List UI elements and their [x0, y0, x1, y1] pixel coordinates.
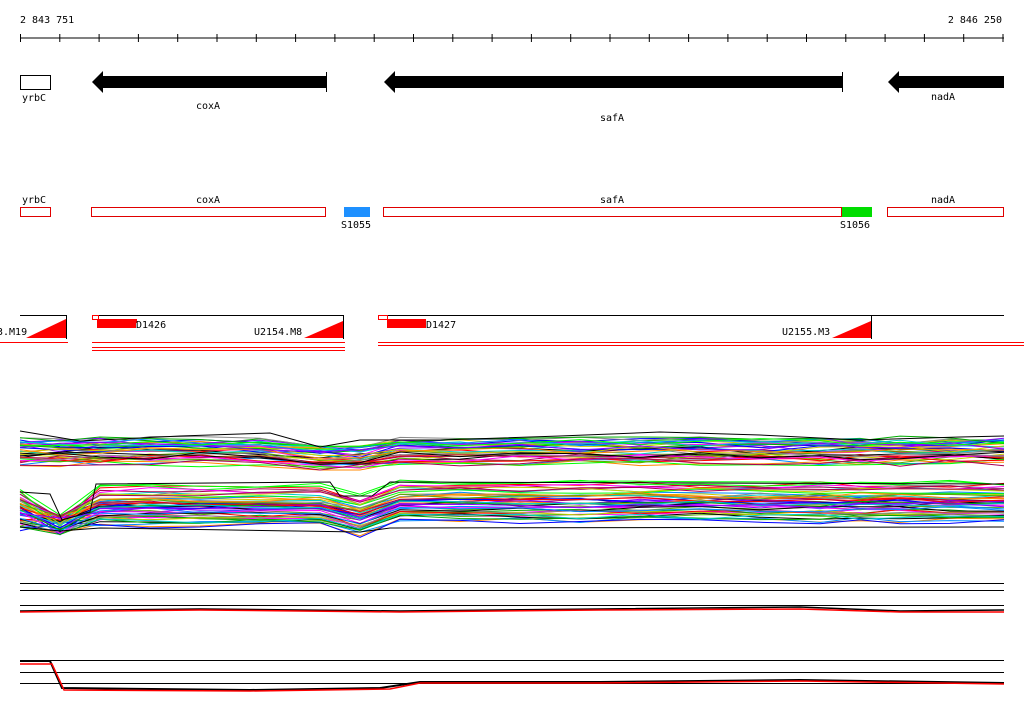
coordinate-ruler: 2 843 751 2 846 250	[20, 15, 1004, 42]
transcript-wedge-3M19[interactable]	[26, 319, 66, 338]
feature-label-S1056: S1056	[840, 220, 870, 231]
profile-line	[20, 663, 1005, 692]
transcript-track: 3.M19 D1426 U2154.M8 D1427 U2155.M3	[0, 315, 1024, 351]
transcript-wedge-U2155[interactable]	[832, 321, 871, 338]
transcript-label-D1427: D1427	[426, 320, 456, 331]
ruler-start-label: 2 843 751	[20, 15, 74, 26]
ruler-end-label: 2 846 250	[948, 15, 1002, 26]
gene-arrow-nadA[interactable]	[888, 71, 1004, 93]
bottom-profile-track	[20, 660, 1005, 692]
transcript-wedge-U2154[interactable]	[304, 321, 343, 338]
gene-outline-coxA[interactable]	[91, 207, 326, 217]
transcript-label-3M19: 3.M19	[0, 327, 27, 338]
gene-outline-yrbC[interactable]	[20, 207, 51, 217]
gene-outline-safA[interactable]	[383, 207, 842, 217]
gene-box-label-coxA: coxA	[196, 195, 220, 206]
gene-box-yrbC[interactable]	[20, 75, 51, 90]
profile-line	[20, 660, 1005, 692]
feature-label-S1055: S1055	[341, 220, 371, 231]
gene-label-coxA: coxA	[196, 101, 220, 112]
transcript-label-D1426: D1426	[136, 320, 166, 331]
gene-outline-nadA[interactable]	[887, 207, 1004, 217]
gene-label-safA: safA	[600, 113, 624, 124]
gene-box-label-safA: safA	[600, 195, 624, 206]
transcript-block-D1426[interactable]	[97, 320, 136, 328]
transcript-label-U2154: U2154.M8	[254, 327, 302, 338]
feature-S1056[interactable]	[842, 207, 872, 217]
gene-box-label-nadA: nadA	[931, 195, 955, 206]
expression-profile-track	[19, 430, 1005, 538]
lower-profile-track	[19, 583, 1005, 613]
gene-arrow-coxA[interactable]	[92, 71, 327, 93]
genome-browser-view: 2 843 751 2 846 250 yrbC coxA safA nadA …	[0, 15, 1024, 692]
gene-arrow-track: yrbC coxA safA nadA	[20, 71, 1004, 124]
transcript-block-D1427[interactable]	[387, 320, 426, 328]
gene-box-track: yrbC coxA S1055 safA S1056 nadA	[20, 195, 1004, 231]
feature-S1055[interactable]	[344, 207, 370, 217]
gene-label-yrbC: yrbC	[22, 93, 46, 104]
gene-box-label-yrbC: yrbC	[22, 195, 46, 206]
transcript-label-U2155: U2155.M3	[782, 327, 830, 338]
gene-arrow-safA[interactable]	[384, 71, 843, 93]
gene-label-nadA: nadA	[931, 92, 955, 103]
